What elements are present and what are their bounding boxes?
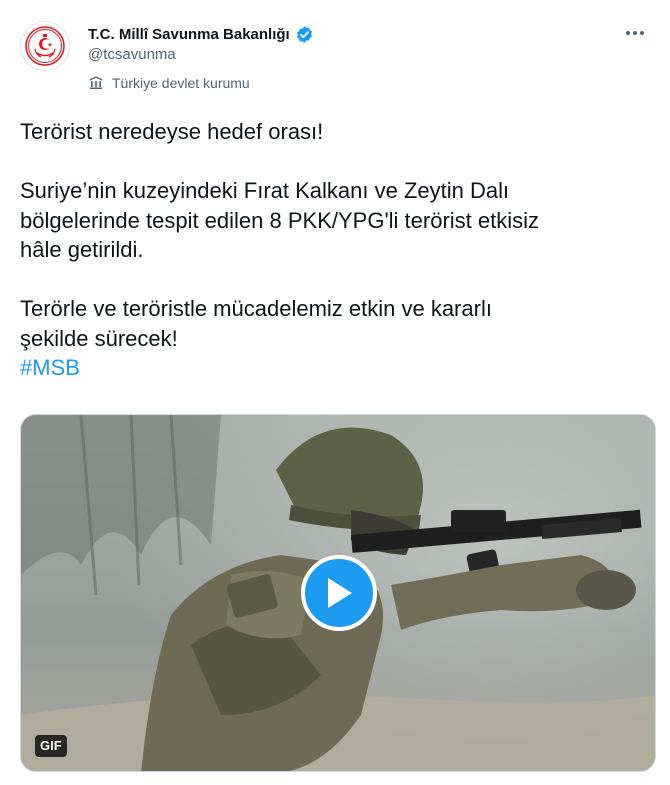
tweet-text-line: şekilde sürecek! [20, 325, 178, 351]
avatar[interactable] [20, 21, 70, 71]
verified-badge-icon [296, 25, 312, 43]
tweet-text-line: Terörle ve teröristle mücadelemiz etkin … [20, 296, 492, 321]
tweet-text: Terörist neredeyse hedef orası! Suriye’n… [20, 117, 650, 383]
handle[interactable]: @tcsavunma [88, 46, 176, 63]
gif-badge: GIF [35, 735, 67, 757]
hashtag-link[interactable]: #MSB [20, 355, 80, 380]
msb-emblem-icon [23, 24, 67, 68]
tweet-card: T.C. Millî Savunma Bakanlığı @tcsavunma … [0, 0, 670, 785]
display-name[interactable]: T.C. Millî Savunma Bakanlığı [88, 26, 290, 43]
media-gif[interactable]: GIF [20, 414, 656, 772]
display-name-row: T.C. Millî Savunma Bakanlığı [88, 24, 314, 44]
play-icon [328, 578, 352, 608]
government-building-icon [89, 76, 103, 89]
tweet-text-line: bölgelerinde tespit edilen 8 PKK/YPG'li … [20, 207, 540, 233]
more-dots-icon [626, 31, 644, 35]
tweet-text-line: hâle getirildi. [20, 237, 144, 262]
tweet-text-line: Suriye’nin kuzeyindeki Fırat Kalkanı ve … [20, 178, 510, 203]
affiliation-label[interactable]: Türkiye devlet kurumu [112, 75, 250, 91]
affiliation-row: Türkiye devlet kurumu [88, 74, 250, 92]
tweet-text-line: Terörist neredeyse hedef orası! [20, 119, 324, 144]
play-button[interactable] [301, 555, 377, 631]
more-options-button[interactable] [618, 22, 652, 44]
